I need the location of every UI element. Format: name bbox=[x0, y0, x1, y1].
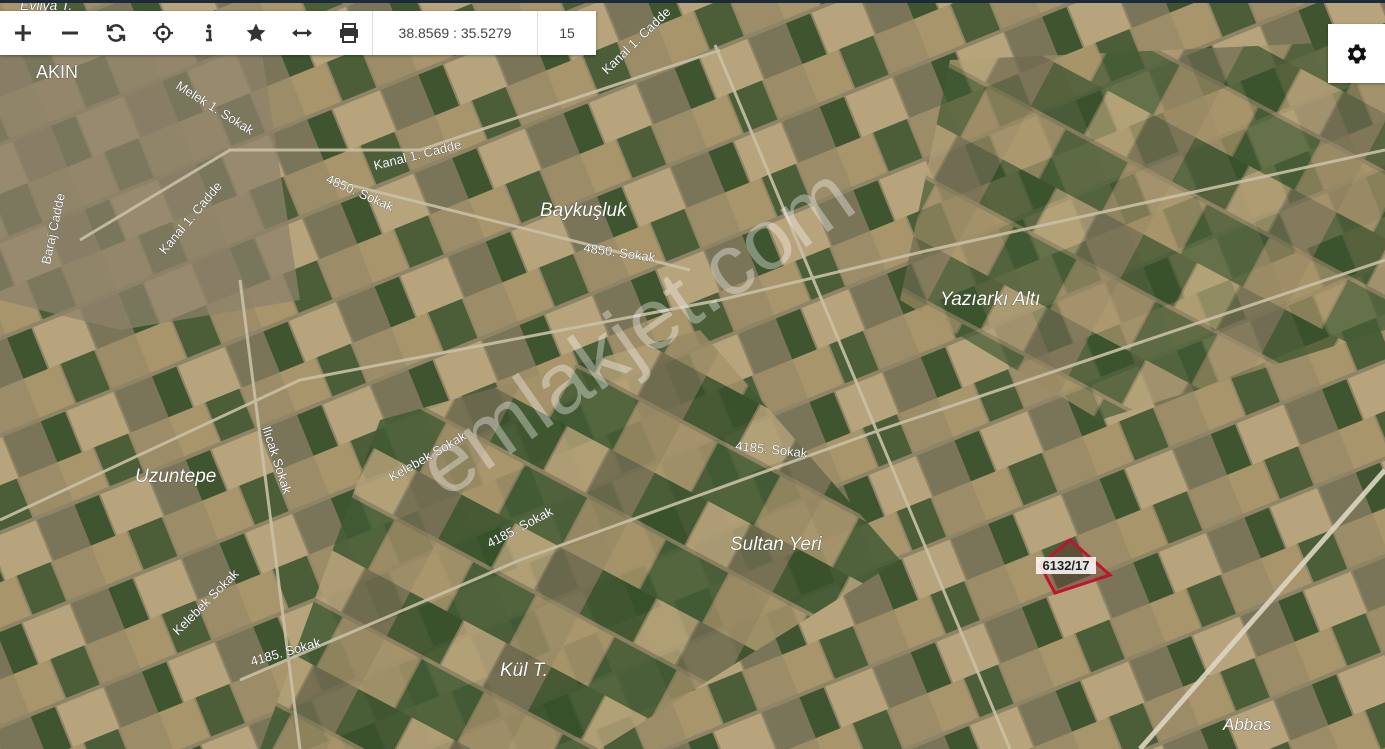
star-icon bbox=[246, 23, 266, 42]
info-icon bbox=[206, 24, 213, 42]
refresh-button[interactable] bbox=[93, 11, 140, 55]
locate-button[interactable] bbox=[140, 11, 187, 55]
settings-button[interactable] bbox=[1328, 24, 1385, 83]
favorite-button[interactable] bbox=[233, 11, 280, 55]
zoom-level-display: 15 bbox=[537, 11, 596, 55]
place-label-akin: AKIN bbox=[36, 62, 78, 82]
place-label-abbas: Abbas bbox=[1222, 715, 1272, 734]
parcel-label: 6132/17 bbox=[1043, 558, 1090, 573]
place-label-sultan-yeri: Sultan Yeri bbox=[730, 534, 822, 555]
top-border bbox=[0, 0, 1385, 3]
map-toolbar: 38.8569 : 35.5279 15 bbox=[0, 11, 596, 55]
arrows-horizontal-icon bbox=[292, 29, 313, 37]
place-label-kul-t: Kül T. bbox=[500, 660, 548, 681]
info-button[interactable] bbox=[186, 11, 233, 55]
coordinates-display: 38.8569 : 35.5279 bbox=[372, 11, 537, 55]
place-label-uzuntepe: Uzuntepe bbox=[135, 466, 216, 487]
measure-button[interactable] bbox=[279, 11, 326, 55]
printer-icon bbox=[339, 23, 358, 43]
gear-icon bbox=[1347, 43, 1366, 64]
place-label-baykusluk: Baykuşluk bbox=[540, 200, 628, 221]
zoom-in-button[interactable] bbox=[0, 11, 47, 55]
place-label-yaziarki-alti: Yazıarkı Altı bbox=[940, 289, 1040, 310]
plus-icon bbox=[15, 25, 32, 41]
print-button[interactable] bbox=[326, 11, 373, 55]
zoom-out-button[interactable] bbox=[47, 11, 94, 55]
refresh-icon bbox=[107, 24, 126, 42]
satellite-map[interactable]: emlakjet.com AKIN Baykuşluk Yazıarkı Alt… bbox=[0, 0, 1385, 749]
minus-icon bbox=[61, 31, 78, 35]
crosshair-icon bbox=[152, 23, 173, 43]
